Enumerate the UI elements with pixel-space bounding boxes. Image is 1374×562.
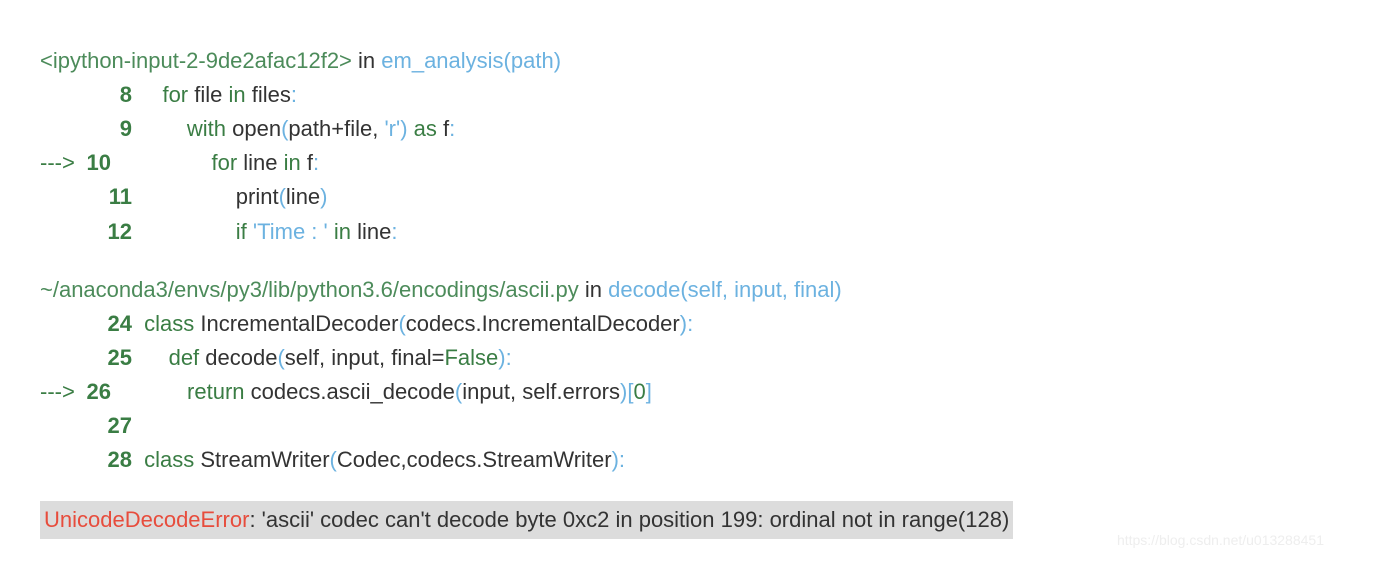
frame1-location: <ipython-input-2-9de2afac12f2> — [40, 48, 352, 73]
code-line-current: ---> 10 for line in f: — [40, 150, 319, 175]
frame1-func: em_analysis — [381, 48, 503, 73]
frame1-header: <ipython-input-2-9de2afac12f2> in em_ana… — [40, 48, 561, 73]
code-line: 9 with open(path+file, 'r') as f: — [40, 116, 455, 141]
code-line-current: ---> 26 return codecs.ascii_decode(input… — [40, 379, 652, 404]
code-line: 8 for file in files: — [40, 82, 297, 107]
frame2-func: decode — [608, 277, 680, 302]
frame2-header: ~/anaconda3/envs/py3/lib/python3.6/encod… — [40, 277, 842, 302]
code-line: 28 class StreamWriter(Codec,codecs.Strea… — [40, 447, 625, 472]
frame2-location: ~/anaconda3/envs/py3/lib/python3.6/encod… — [40, 277, 579, 302]
code-line: 24 class IncrementalDecoder(codecs.Incre… — [40, 311, 693, 336]
error-line: UnicodeDecodeError: 'ascii' codec can't … — [40, 501, 1013, 539]
traceback-output: <ipython-input-2-9de2afac12f2> in em_ana… — [40, 10, 1334, 539]
error-name: UnicodeDecodeError — [44, 507, 249, 532]
error-message: : 'ascii' codec can't decode byte 0xc2 i… — [249, 507, 1009, 532]
code-line: 12 if 'Time : ' in line: — [40, 219, 397, 244]
code-line: 11 print(line) — [40, 184, 328, 209]
code-line: 27 — [40, 413, 138, 438]
code-line: 25 def decode(self, input, final=False): — [40, 345, 512, 370]
